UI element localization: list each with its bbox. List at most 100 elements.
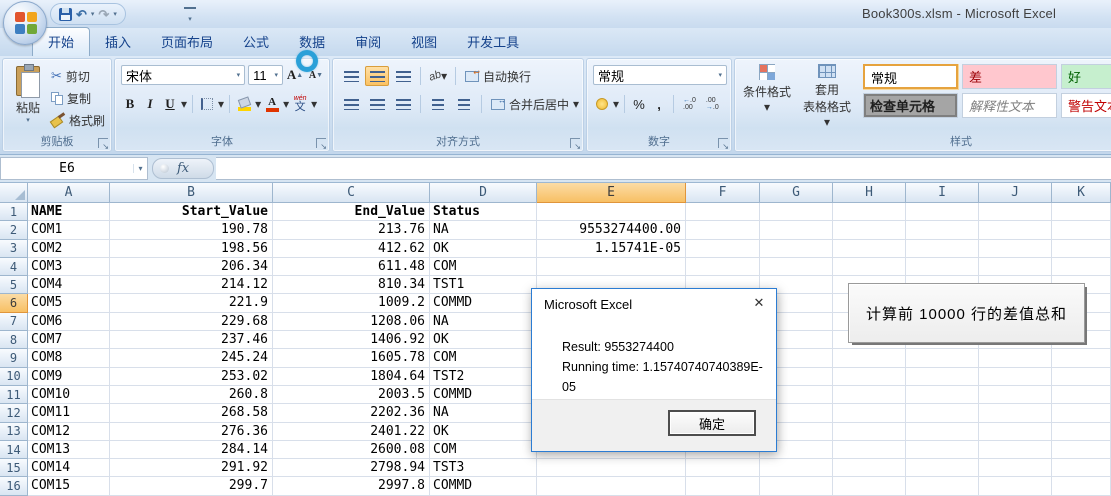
cell-A2[interactable]: COM1 [28,221,110,239]
cell-G16[interactable] [760,477,833,495]
cell-K1[interactable] [1052,203,1111,221]
cell-G2[interactable] [760,221,833,239]
row-header-11[interactable]: 11 [0,386,28,404]
format-as-table-button[interactable]: 套用 表格格式 ▾ [799,64,855,129]
cell-B1[interactable]: Start_Value [110,203,273,221]
cell-J10[interactable] [979,368,1052,386]
column-header-C[interactable]: C [273,183,430,203]
cell-H2[interactable] [833,221,906,239]
column-header-D[interactable]: D [430,183,537,203]
cell-A13[interactable]: COM12 [28,423,110,441]
accounting-dropdown-icon[interactable]: ▾ [613,97,619,111]
row-header-3[interactable]: 3 [0,240,28,258]
cell-A7[interactable]: COM6 [28,313,110,331]
underline-dropdown-icon[interactable]: ▾ [181,97,187,111]
cell-D4[interactable]: COM [430,258,537,276]
cell-H11[interactable] [833,386,906,404]
cell-J15[interactable] [979,459,1052,477]
dialog-close-icon[interactable]: ✕ [742,289,776,317]
cell-C7[interactable]: 1208.06 [273,313,430,331]
cell-F4[interactable] [686,258,760,276]
number-dialog-launcher-icon[interactable] [718,138,728,148]
align-center-button[interactable] [365,94,389,114]
align-right-button[interactable] [391,94,415,114]
cell-J12[interactable] [979,404,1052,422]
cell-A11[interactable]: COM10 [28,386,110,404]
row-header-7[interactable]: 7 [0,313,28,331]
name-box[interactable]: E6 ▾ [0,157,148,180]
cell-H4[interactable] [833,258,906,276]
cell-F15[interactable] [686,459,760,477]
row-header-15[interactable]: 15 [0,459,28,477]
comma-button[interactable]: , [650,94,668,114]
formula-input[interactable] [216,157,1111,180]
column-header-A[interactable]: A [28,183,110,203]
cell-A6[interactable]: COM5 [28,294,110,312]
cell-B5[interactable]: 214.12 [110,276,273,294]
cell-D9[interactable]: COM [430,349,537,367]
cell-A9[interactable]: COM8 [28,349,110,367]
cell-D13[interactable]: OK [430,423,537,441]
column-header-F[interactable]: F [686,183,760,203]
cell-A8[interactable]: COM7 [28,331,110,349]
percent-button[interactable]: % [630,94,648,114]
cell-J16[interactable] [979,477,1052,495]
cell-D2[interactable]: NA [430,221,537,239]
cell-style-chip-6[interactable]: 警告文本 [1061,93,1111,118]
cell-D7[interactable]: NA [430,313,537,331]
cell-B8[interactable]: 237.46 [110,331,273,349]
cell-B11[interactable]: 260.8 [110,386,273,404]
italic-button[interactable]: I [141,94,159,114]
cell-C14[interactable]: 2600.08 [273,441,430,459]
tab-4[interactable]: 公式 [228,28,284,56]
cell-E2[interactable]: 9553274400.00 [537,221,686,239]
cell-C13[interactable]: 2401.22 [273,423,430,441]
row-header-16[interactable]: 16 [0,477,28,495]
number-format-combo[interactable]: 常规▾ [593,65,727,85]
cell-E4[interactable] [537,258,686,276]
cell-A12[interactable]: COM11 [28,404,110,422]
copy-button[interactable]: 复制 [51,89,91,107]
cell-K13[interactable] [1052,423,1111,441]
cell-K2[interactable] [1052,221,1111,239]
cell-J3[interactable] [979,240,1052,258]
cell-K4[interactable] [1052,258,1111,276]
cell-D3[interactable]: OK [430,240,537,258]
cell-D14[interactable]: COM [430,441,537,459]
cell-B10[interactable]: 253.02 [110,368,273,386]
cell-E15[interactable] [537,459,686,477]
bold-button[interactable]: B [121,94,139,114]
wrap-text-button[interactable]: 自动换行 [461,66,535,86]
format-painter-button[interactable]: 格式刷 [51,111,105,129]
cell-C15[interactable]: 2798.94 [273,459,430,477]
cell-K10[interactable] [1052,368,1111,386]
cell-B9[interactable]: 245.24 [110,349,273,367]
cut-button[interactable]: ✂ 剪切 [51,67,90,85]
cell-B2[interactable]: 190.78 [110,221,273,239]
paste-button[interactable]: 粘贴 ▾ [9,64,47,134]
cell-E3[interactable]: 1.15741E-05 [537,240,686,258]
cell-B16[interactable]: 299.7 [110,477,273,495]
cell-D10[interactable]: TST2 [430,368,537,386]
tab-6[interactable]: 审阅 [340,28,396,56]
cell-style-chip-3[interactable]: 好 [1061,64,1111,89]
font-dialog-launcher-icon[interactable] [316,138,326,148]
cell-C8[interactable]: 1406.92 [273,331,430,349]
column-header-G[interactable]: G [760,183,833,203]
cell-J4[interactable] [979,258,1052,276]
cell-D11[interactable]: COMMD [430,386,537,404]
cell-C16[interactable]: 2997.8 [273,477,430,495]
merge-center-button[interactable]: 合并后居中 ▾ [487,94,583,114]
tab-7[interactable]: 视图 [396,28,452,56]
orientation-button[interactable]: ab▾ [426,66,450,86]
cell-A15[interactable]: COM14 [28,459,110,477]
cell-I4[interactable] [906,258,979,276]
cell-K16[interactable] [1052,477,1111,495]
cell-C9[interactable]: 1605.78 [273,349,430,367]
align-top-button[interactable] [339,66,363,86]
column-header-B[interactable]: B [110,183,273,203]
cell-A10[interactable]: COM9 [28,368,110,386]
cell-I1[interactable] [906,203,979,221]
font-name-combo[interactable]: 宋体▾ [121,65,245,85]
cell-H3[interactable] [833,240,906,258]
